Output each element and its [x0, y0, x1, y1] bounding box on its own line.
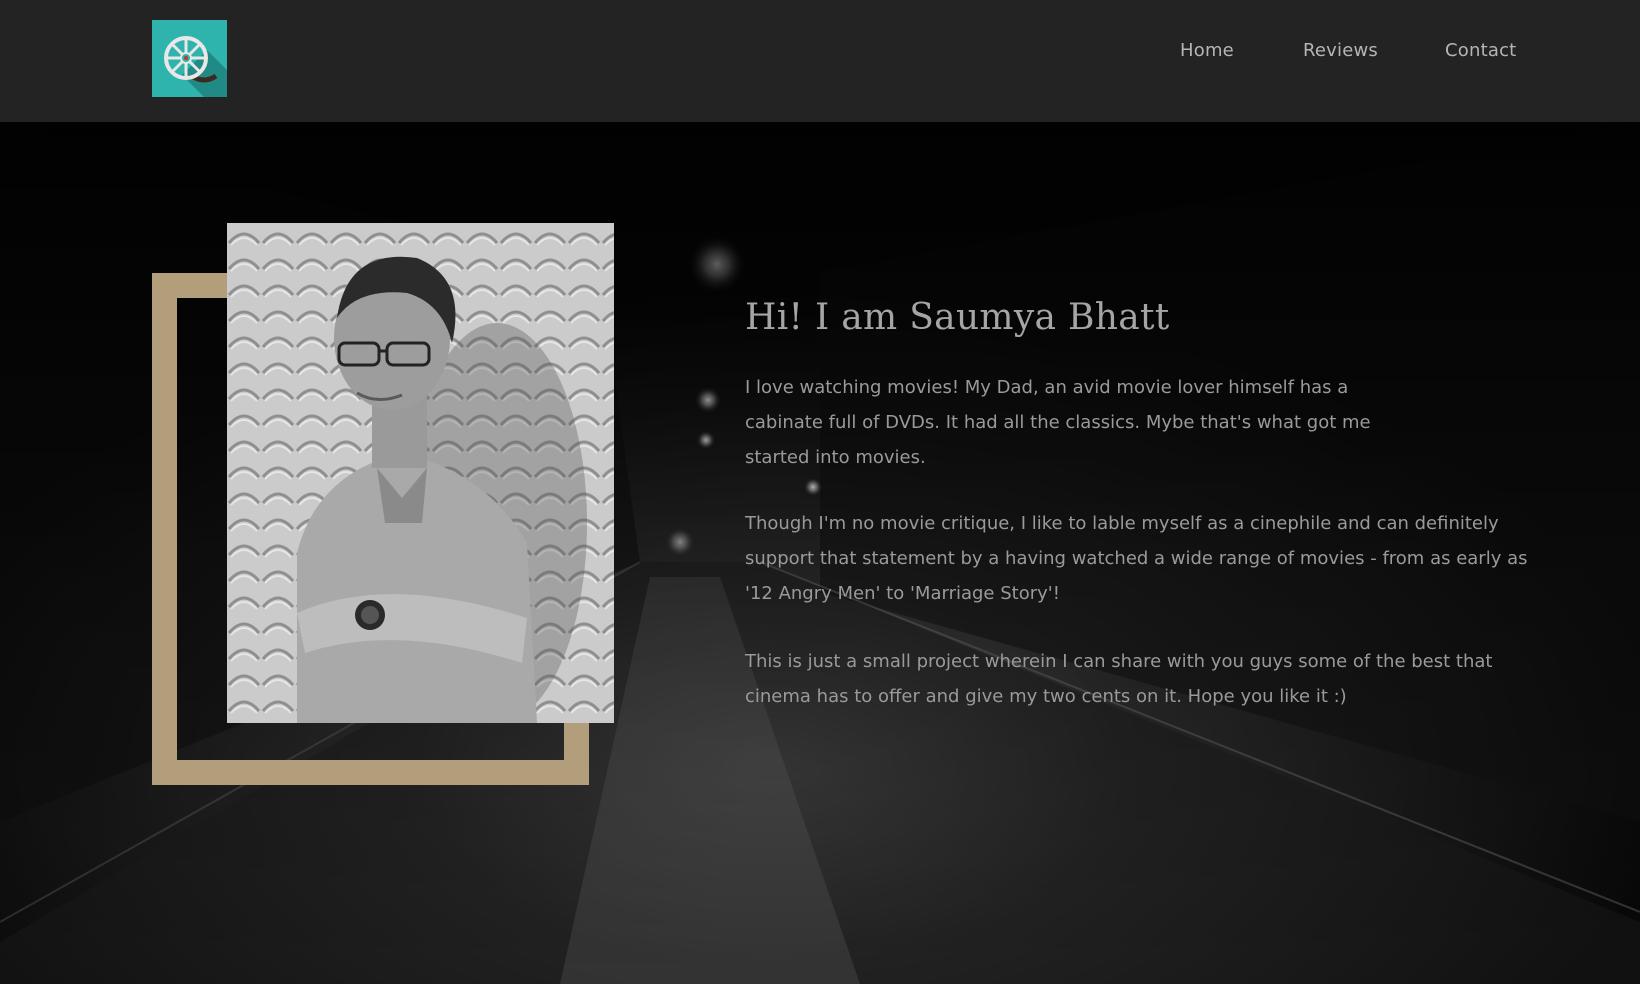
nav-home[interactable]: Home: [1180, 40, 1234, 61]
nav-contact[interactable]: Contact: [1445, 40, 1516, 61]
logo[interactable]: [152, 20, 227, 97]
nav-reviews[interactable]: Reviews: [1303, 40, 1378, 61]
about-paragraph: I love watching movies! My Dad, an avid …: [745, 377, 1371, 468]
film-reel-icon: [164, 36, 227, 97]
about-paragraph: This is just a small project wherein I c…: [745, 651, 1493, 707]
navbar: Home Reviews Contact: [0, 0, 1640, 122]
page-title: Hi! I am Saumya Bhatt: [745, 297, 1170, 338]
profile-photo: [227, 223, 614, 723]
about-section: Hi! I am Saumya Bhatt I love watching mo…: [0, 122, 1640, 984]
about-paragraph: Though I'm no movie critique, I like to …: [745, 513, 1528, 604]
